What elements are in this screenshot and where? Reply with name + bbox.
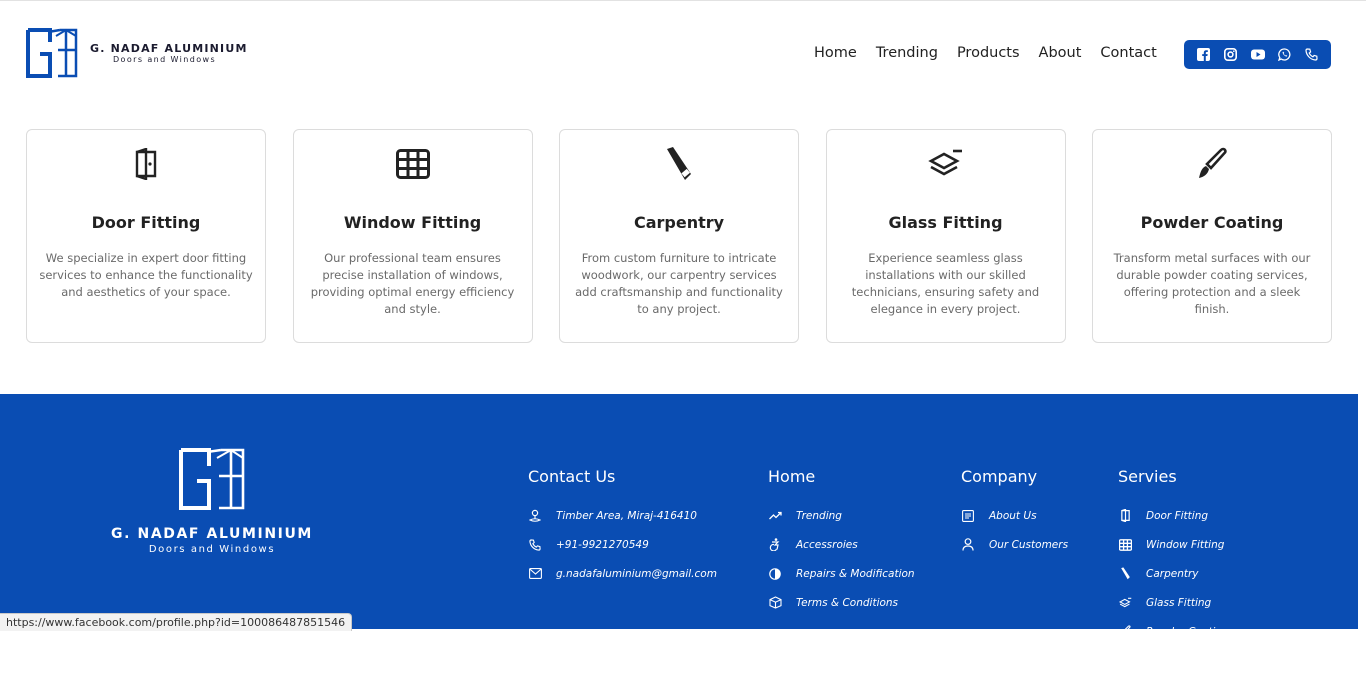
site-footer: G. NADAF ALUMINIUM Doors and Windows Con… — [0, 394, 1358, 638]
social-links — [1184, 40, 1331, 69]
youtube-icon[interactable] — [1250, 48, 1265, 62]
saw-icon — [1118, 567, 1132, 581]
instagram-icon[interactable] — [1224, 48, 1238, 62]
service-title: Glass Fitting — [888, 213, 1003, 232]
service-description: Transform metal surfaces with our durabl… — [1113, 251, 1311, 316]
footer-contact-column: Contact Us Timber Area, Miraj-416410 +91… — [528, 467, 717, 588]
brand-logo[interactable]: G. NADAF ALUMINIUM Doors and Windows — [26, 28, 248, 78]
browser-status-url: https://www.facebook.com/profile.php?id=… — [0, 613, 353, 631]
service-card-carpentry[interactable]: Carpentry From custom furniture to intri… — [559, 129, 799, 343]
location-pin-icon — [528, 509, 542, 523]
service-title: Powder Coating — [1140, 213, 1284, 232]
phone-icon[interactable] — [1305, 48, 1319, 62]
brand-tagline: Doors and Windows — [113, 54, 217, 64]
footer-link-terms[interactable]: Terms & Conditions — [768, 588, 915, 617]
door-icon — [135, 148, 157, 180]
footer-service-door-fitting[interactable]: Door Fitting — [1118, 501, 1229, 530]
service-description: We specialize in expert door fitting ser… — [39, 251, 253, 299]
saw-icon — [667, 147, 691, 180]
service-title: Carpentry — [633, 213, 725, 232]
document-icon — [961, 509, 975, 523]
footer-home-heading: Home — [768, 467, 816, 486]
footer-link-repairs[interactable]: Repairs & Modification — [768, 559, 915, 588]
facebook-icon[interactable] — [1197, 48, 1211, 62]
footer-contact-heading: Contact Us — [528, 467, 616, 486]
footer-company-heading: Company — [961, 467, 1038, 486]
brush-icon — [1118, 625, 1132, 639]
logo-mark-icon — [26, 28, 78, 78]
service-card-powder-coating[interactable]: Powder Coating Transform metal surfaces … — [1092, 129, 1332, 343]
logo-mark-icon — [179, 448, 245, 510]
contrast-icon — [768, 567, 782, 581]
accessibility-icon — [768, 538, 782, 552]
footer-brand-name: G. NADAF ALUMINIUM — [111, 526, 313, 542]
footer-home-column: Home Trending Accessroies Repairs & Modi… — [768, 467, 915, 617]
footer-brand-tagline: Doors and Windows — [148, 544, 276, 555]
phone-icon — [528, 538, 542, 552]
footer-logo[interactable]: G. NADAF ALUMINIUM Doors and Windows — [104, 448, 320, 555]
service-description: Our professional team ensures precise in… — [310, 251, 515, 316]
door-icon — [1118, 509, 1132, 523]
nav-products[interactable]: Products — [957, 45, 1020, 61]
service-title: Door Fitting — [91, 213, 201, 232]
footer-phone[interactable]: +91-9921270549 — [528, 530, 717, 559]
service-title: Window Fitting — [343, 213, 482, 232]
footer-link-about-us[interactable]: About Us — [961, 501, 1068, 530]
brush-icon — [1199, 147, 1227, 178]
nav-trending[interactable]: Trending — [876, 45, 938, 61]
layers-icon — [1118, 596, 1132, 610]
service-description: From custom furniture to intricate woodw… — [575, 251, 783, 316]
footer-link-trending[interactable]: Trending — [768, 501, 915, 530]
box-icon — [768, 596, 782, 610]
window-grid-icon — [1118, 538, 1132, 552]
main-nav: Home Trending Products About Contact — [814, 45, 1176, 61]
services-cards: Door Fitting We specialize in expert doo… — [26, 129, 1359, 343]
footer-service-glass-fitting[interactable]: Glass Fitting — [1118, 588, 1229, 617]
service-card-window-fitting[interactable]: Window Fitting Our professional team ens… — [292, 129, 533, 343]
whatsapp-icon[interactable] — [1278, 48, 1292, 62]
footer-company-column: Company About Us Our Customers — [961, 467, 1068, 559]
user-icon — [961, 538, 975, 552]
service-description: Experience seamless glass installations … — [851, 251, 1040, 316]
footer-address[interactable]: Timber Area, Miraj-416410 — [528, 501, 717, 530]
nav-contact[interactable]: Contact — [1100, 45, 1156, 61]
trending-up-icon — [768, 509, 782, 523]
footer-link-accessories[interactable]: Accessroies — [768, 530, 915, 559]
footer-service-carpentry[interactable]: Carpentry — [1118, 559, 1229, 588]
nav-home[interactable]: Home — [814, 45, 857, 61]
window-grid-icon — [395, 149, 430, 179]
footer-service-window-fitting[interactable]: Window Fitting — [1118, 530, 1229, 559]
mail-icon — [528, 567, 542, 581]
footer-link-our-customers[interactable]: Our Customers — [961, 530, 1068, 559]
service-card-glass-fitting[interactable]: Glass Fitting Experience seamless glass … — [825, 129, 1066, 343]
footer-services-heading: Servies — [1118, 467, 1177, 486]
footer-services-column: Servies Door Fitting Window Fitting Carp… — [1118, 467, 1229, 646]
nav-about[interactable]: About — [1039, 45, 1082, 61]
site-header: G. NADAF ALUMINIUM Doors and Windows Hom… — [0, 0, 1366, 110]
brand-name: G. NADAF ALUMINIUM — [90, 41, 248, 55]
service-card-door-fitting[interactable]: Door Fitting We specialize in expert doo… — [26, 129, 266, 343]
footer-email[interactable]: g.nadafaluminium@gmail.com — [528, 559, 717, 588]
layers-icon — [927, 149, 962, 176]
footer-service-powder-coating[interactable]: Powder Coating — [1118, 617, 1229, 646]
